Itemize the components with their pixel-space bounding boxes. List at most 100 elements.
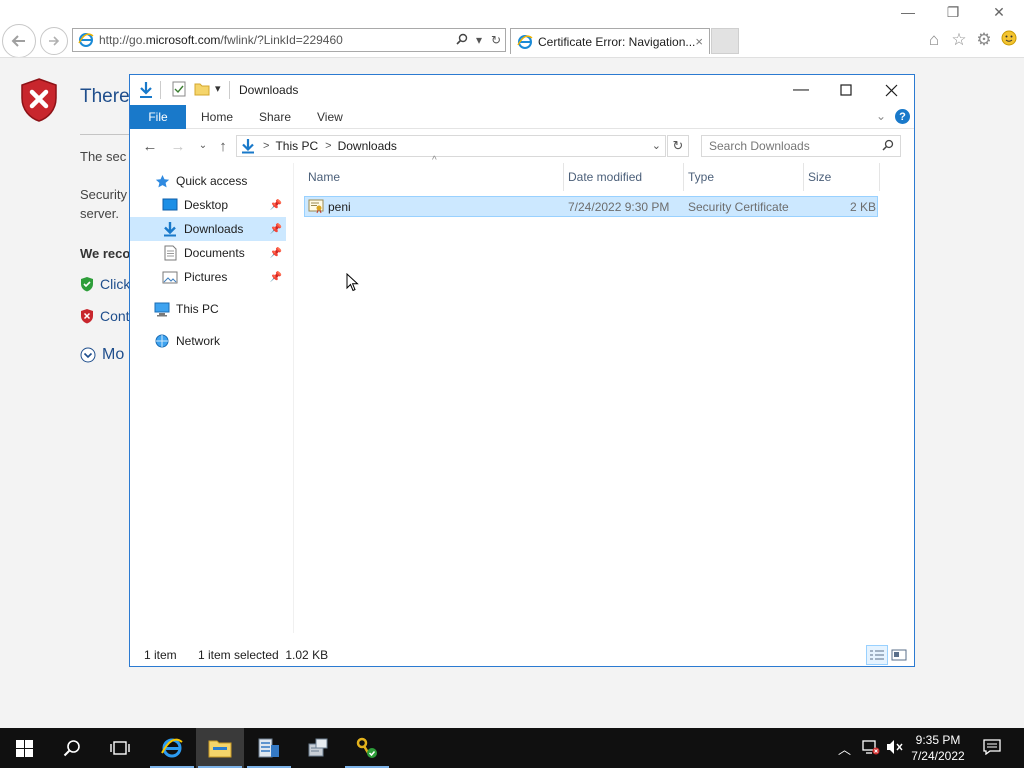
address-bar[interactable]: http://go.microsoft.com/fwlink/?LinkId=2… [72,28,506,52]
title-bar[interactable]: ▾ Downloads — [130,75,914,105]
minimize-button[interactable]: — [778,75,824,105]
tab-share[interactable]: Share [259,110,291,124]
expand-ribbon-icon[interactable]: ⌄ [876,109,886,123]
nav-quick-access[interactable]: Quick access [154,169,289,193]
large-icons-view-button[interactable] [888,645,910,665]
search-icon[interactable] [454,33,470,48]
table-row[interactable]: peni 7/24/2022 9:30 PM Security Certific… [304,196,878,217]
address-dropdown-icon[interactable]: ⌄ [652,139,661,152]
window-title: Downloads [239,83,299,97]
details-view-button[interactable] [866,645,888,665]
nav-pictures[interactable]: Pictures 📌 [130,265,286,289]
start-button[interactable] [0,728,48,768]
pin-icon[interactable]: 📌 [270,200,282,211]
refresh-icon[interactable]: ↻ [488,33,504,47]
search-icon[interactable] [882,139,900,154]
file-explorer-icon [208,740,232,758]
breadcrumb-downloads[interactable]: Downloads [338,139,397,153]
taskbar-file-explorer[interactable] [196,728,244,768]
column-size[interactable]: Size [804,163,880,191]
back-button[interactable] [2,24,36,58]
error-description: The sec [80,149,127,164]
taskbar-control-panel[interactable] [294,728,342,768]
taskbar-certificate-tool[interactable] [343,728,391,768]
address-text[interactable]: http://go.microsoft.com/fwlink/?LinkId=2… [99,33,454,47]
forward-button[interactable] [40,27,68,55]
settings-gear-icon[interactable]: ⚙ [973,30,995,50]
pin-icon[interactable]: 📌 [270,272,282,283]
key-certificate-icon [356,737,377,758]
pictures-icon [162,269,178,285]
pin-icon[interactable]: 📌 [270,248,282,259]
forward-nav-icon[interactable]: → [168,138,188,155]
back-nav-icon[interactable]: ← [140,138,160,155]
browser-close-icon[interactable]: ✕ [987,4,1011,21]
internet-explorer-icon [161,738,183,758]
search-button[interactable] [48,728,96,768]
system-clock[interactable]: 9:35 PM 7/24/2022 [905,732,971,764]
pin-icon[interactable]: 📌 [270,224,282,235]
nav-downloads[interactable]: Downloads 📌 [130,217,286,241]
task-view-button[interactable] [96,728,144,768]
refresh-icon: ↻ [672,138,684,153]
search-input[interactable]: Search Downloads [701,135,901,157]
browser-restore-icon[interactable]: ❐ [941,4,965,21]
close-page-link[interactable]: Click [80,276,130,292]
taskbar-server-manager[interactable] [245,728,293,768]
nav-network[interactable]: Network [154,329,289,353]
file-name[interactable]: peni [328,200,351,214]
nav-pictures-label: Pictures [184,270,228,284]
continue-link[interactable]: Cont [80,308,130,324]
tab-close-icon[interactable]: × [695,34,703,49]
heading-rule [80,134,130,135]
new-folder-icon[interactable] [194,81,210,97]
nav-this-pc[interactable]: This PC [154,297,289,321]
breadcrumb-downloads-icon [242,139,254,154]
nav-desktop[interactable]: Desktop 📌 [130,193,286,217]
column-name[interactable]: Name ^ [304,155,564,191]
volume-muted-icon[interactable] [886,739,904,758]
feedback-smiley-icon[interactable] [998,30,1020,51]
item-count: 1 item [144,648,177,662]
help-icon[interactable]: ? [895,109,910,124]
ribbon: File Home Share View ⌄ ? [130,105,914,129]
nav-quick-access-label: Quick access [176,174,248,188]
refresh-button[interactable]: ↻ [667,135,689,157]
close-link-text[interactable]: Click [100,276,130,292]
column-type[interactable]: Type [684,163,804,191]
browser-tab[interactable]: Certificate Error: Navigation... × [510,28,710,54]
breadcrumb-separator-icon[interactable]: > [263,140,269,152]
dropdown-icon[interactable]: ▾ [471,33,487,47]
breadcrumb-separator-icon[interactable]: > [325,140,331,152]
properties-icon[interactable] [172,81,186,97]
breadcrumb-this-pc[interactable]: This PC [275,139,318,153]
browser-minimize-icon[interactable]: — [896,4,920,20]
tab-file[interactable]: File [130,105,186,129]
breadcrumb[interactable]: > This PC > Downloads ⌄ [236,135,666,157]
column-date-modified[interactable]: Date modified [564,163,684,191]
home-icon[interactable]: ⌂ [923,30,945,50]
nav-documents[interactable]: Documents 📌 [130,241,286,265]
up-icon[interactable]: ↑ [213,138,233,155]
search-icon [63,740,80,757]
tab-home[interactable]: Home [201,110,233,124]
taskbar-ie[interactable] [148,728,196,768]
qa-customize-icon[interactable]: ▾ [215,82,221,95]
show-hidden-icons-icon[interactable]: ︿ [838,739,851,758]
maximize-icon [840,84,852,96]
tab-view[interactable]: View [317,110,343,124]
more-info-text[interactable]: Mo [102,346,124,364]
downloads-icon [162,221,178,237]
recent-locations-icon[interactable]: ⌄ [193,140,213,151]
network-tray-icon[interactable] [862,739,880,758]
close-button[interactable] [868,75,914,105]
file-list: Name ^ Date modified Type Size peni 7/24… [300,155,910,633]
action-center-icon[interactable] [983,739,1001,758]
favorites-star-icon[interactable]: ☆ [948,30,970,50]
pane-splitter[interactable] [293,163,294,633]
maximize-button[interactable] [823,75,869,105]
documents-icon [162,245,178,261]
continue-link-text[interactable]: Cont [100,308,130,324]
new-tab-button[interactable] [711,28,739,54]
more-info-link[interactable]: Mo [80,346,124,364]
